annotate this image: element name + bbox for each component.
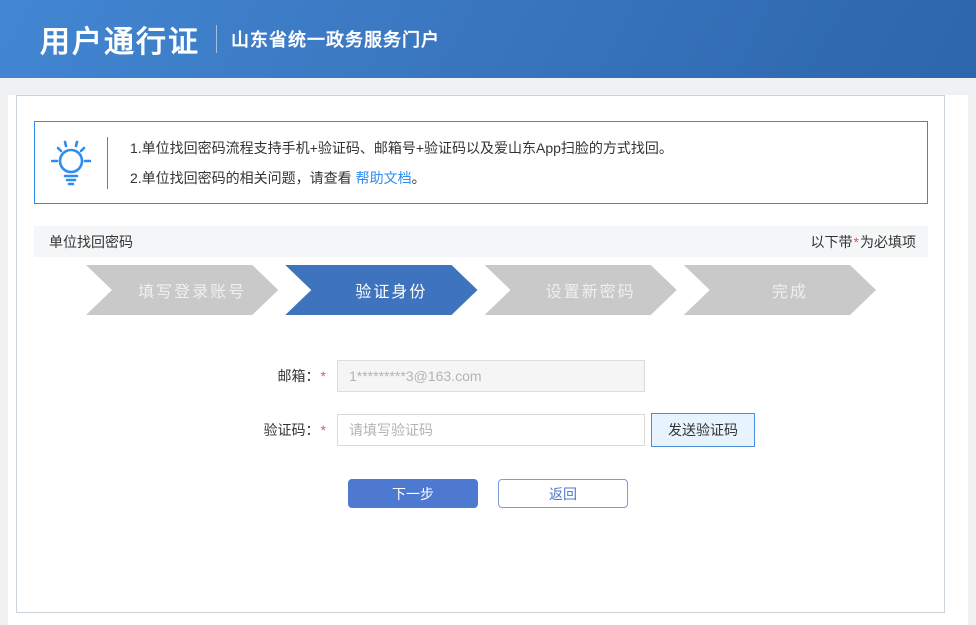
tip-text: 1.单位找回密码流程支持手机+验证码、邮箱号+验证码以及爱山东App扫脸的方式找… bbox=[108, 133, 673, 193]
code-input[interactable] bbox=[337, 414, 645, 446]
required-note: 以下带*为必填项 bbox=[810, 233, 916, 250]
action-buttons: 下一步 返回 bbox=[34, 479, 928, 508]
required-star: * bbox=[853, 233, 859, 250]
step-set-new-password: 设置新密码 bbox=[485, 265, 677, 315]
recover-password-card: 1.单位找回密码流程支持手机+验证码、邮箱号+验证码以及爱山东App扫脸的方式找… bbox=[16, 95, 945, 613]
step-verify-identity: 验证身份 bbox=[285, 265, 477, 315]
code-row: 验证码：* 发送验证码 bbox=[34, 413, 928, 447]
code-label: 验证码：* bbox=[263, 422, 326, 438]
next-step-button[interactable]: 下一步 bbox=[348, 479, 478, 508]
verify-form: 邮箱：* 验证码：* 发送验证码 下一步 返回 bbox=[34, 360, 928, 508]
header-divider bbox=[216, 25, 217, 53]
main-content: 1.单位找回密码流程支持手机+验证码、邮箱号+验证码以及爱山东App扫脸的方式找… bbox=[8, 95, 968, 625]
step-fill-account: 填写登录账号 bbox=[86, 265, 278, 315]
email-field bbox=[337, 360, 645, 392]
tip-line-2: 2.单位找回密码的相关问题，请查看 帮助文档。 bbox=[130, 169, 426, 186]
section-bar: 单位找回密码 以下带*为必填项 bbox=[34, 226, 928, 257]
step-finish: 完成 bbox=[684, 265, 876, 315]
portal-subtitle: 山东省统一政务服务门户 bbox=[231, 30, 440, 50]
header-banner: 用户通行证 山东省统一政务服务门户 bbox=[0, 0, 976, 78]
email-row: 邮箱：* bbox=[34, 360, 928, 392]
code-required-star: * bbox=[320, 422, 326, 438]
help-doc-link[interactable]: 帮助文档 bbox=[356, 170, 412, 186]
lightbulb-icon bbox=[35, 139, 107, 187]
email-label: 邮箱：* bbox=[277, 368, 326, 384]
tip-line-1: 1.单位找回密码流程支持手机+验证码、邮箱号+验证码以及爱山东App扫脸的方式找… bbox=[130, 139, 673, 156]
email-required-star: * bbox=[320, 368, 326, 384]
section-title: 单位找回密码 bbox=[49, 233, 133, 250]
back-button[interactable]: 返回 bbox=[498, 479, 628, 508]
app-title: 用户通行证 bbox=[40, 26, 200, 59]
send-code-button[interactable]: 发送验证码 bbox=[651, 413, 755, 447]
step-wizard: 填写登录账号 验证身份 设置新密码 完成 bbox=[86, 265, 876, 315]
tip-box: 1.单位找回密码流程支持手机+验证码、邮箱号+验证码以及爱山东App扫脸的方式找… bbox=[34, 121, 928, 204]
